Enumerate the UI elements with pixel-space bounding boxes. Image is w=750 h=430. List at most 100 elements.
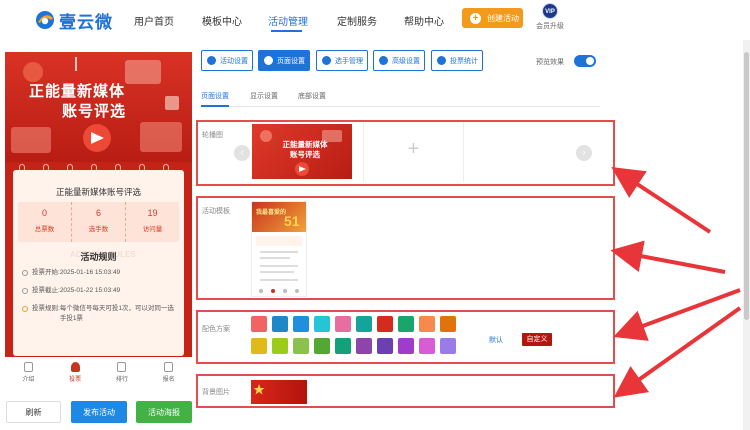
signup-icon xyxy=(164,362,174,372)
arrow-icon xyxy=(611,167,712,234)
gear-icon xyxy=(207,56,216,65)
stat-label: 访问量 xyxy=(142,226,163,233)
toolbar-label: 页面设置 xyxy=(277,57,305,65)
toolbar-label: 选手管理 xyxy=(335,57,363,65)
intro-icon xyxy=(23,362,33,372)
activity-info-card: 正能量新媒体账号评选 0 总票数 6 选手数 19 访问量 ACTIVITY R… xyxy=(13,170,184,356)
carousel-add-slot[interactable]: + xyxy=(364,122,464,182)
color-swatch[interactable] xyxy=(419,316,435,332)
logo-mark-icon xyxy=(34,9,56,31)
background-image-thumbnail[interactable] xyxy=(251,380,307,404)
subtab-divider xyxy=(200,106,600,107)
clock-icon xyxy=(22,270,28,276)
vip-label: 会员升级 xyxy=(536,23,564,30)
template-header: 我最喜爱的 51 xyxy=(252,202,306,232)
preview-bottom-tabbar: 介绍 投票 排行 报名 xyxy=(5,357,192,387)
vote-statistics-button[interactable]: 投票统计 xyxy=(431,50,483,71)
logo[interactable]: 壹云微 xyxy=(34,8,113,32)
add-icon: + xyxy=(407,138,420,160)
template-label: 活动模板 xyxy=(202,208,230,215)
color-swatch[interactable] xyxy=(335,316,351,332)
advanced-settings-button[interactable]: 高级设置 xyxy=(373,50,425,71)
nav-item-templates[interactable]: 模板中心 xyxy=(202,13,242,28)
color-swatch[interactable] xyxy=(293,316,309,332)
color-swatch[interactable] xyxy=(377,338,393,354)
rule-value: 2025-01-16 15:03:49 xyxy=(59,269,121,276)
color-swatch[interactable] xyxy=(377,316,393,332)
ranking-icon xyxy=(117,362,127,372)
color-default-option[interactable]: 默认 xyxy=(489,335,503,345)
clock-icon xyxy=(22,288,28,294)
background-image-label: 背景图片 xyxy=(202,389,230,396)
users-icon xyxy=(322,56,331,65)
color-swatch[interactable] xyxy=(356,316,372,332)
subtab-page-settings[interactable]: 页面设置 xyxy=(201,91,229,101)
activity-settings-button[interactable]: 活动设置 xyxy=(201,50,253,71)
carousel-prev-button[interactable]: ‹ xyxy=(234,145,250,161)
refresh-button[interactable]: 刷新 xyxy=(6,401,61,423)
create-activity-label: 创建活动 xyxy=(487,13,519,23)
template-thumbnail[interactable]: 我最喜爱的 51 xyxy=(251,201,307,297)
create-activity-button[interactable]: + 创建活动 xyxy=(462,8,523,28)
subtab-display-settings[interactable]: 显示设置 xyxy=(250,91,278,101)
activity-poster-button[interactable]: 活动海报 xyxy=(136,401,192,423)
tab-label: 排行 xyxy=(115,377,128,383)
nav-item-custom-service[interactable]: 定制服务 xyxy=(337,13,377,28)
color-swatch[interactable] xyxy=(440,338,456,354)
tab-signup[interactable]: 报名 xyxy=(145,357,192,387)
mobile-preview: 正能量新媒体 账号评选 正能量新媒体账号评选 0 总票数 6 选手数 19 访问… xyxy=(5,52,192,357)
stat-contestants: 6 选手数 xyxy=(72,202,126,242)
color-custom-button[interactable]: 自定义 xyxy=(522,333,552,346)
carousel-slide[interactable]: 正能量新媒体 账号评选 xyxy=(252,122,364,182)
color-swatch[interactable] xyxy=(398,316,414,332)
color-swatch[interactable] xyxy=(251,316,267,332)
carousel-label: 轮播图 xyxy=(202,132,223,139)
vip-upgrade[interactable]: VIP 会员升级 xyxy=(535,3,565,31)
rule-end-time: 投票截止: 2025-01-22 15:03:49 xyxy=(22,286,177,296)
subtab-footer-settings[interactable]: 底部设置 xyxy=(298,91,326,101)
carousel-section: 轮播图 正能量新媒体 账号评选 + ‹ › xyxy=(196,120,615,186)
color-swatch[interactable] xyxy=(335,338,351,354)
subtab-active-indicator xyxy=(201,105,229,107)
color-swatch[interactable] xyxy=(314,338,330,354)
page-scrollbar[interactable] xyxy=(743,40,750,430)
carousel-image: 正能量新媒体 账号评选 xyxy=(252,124,352,179)
stats-panel: 0 总票数 6 选手数 19 访问量 xyxy=(18,202,179,242)
rule-start-time: 投票开始: 2025-01-16 15:03:49 xyxy=(22,268,177,278)
rule-label: 投票规则: xyxy=(32,305,60,312)
preview-hero-banner: 正能量新媒体 账号评选 xyxy=(5,52,192,162)
arrow-icon xyxy=(613,306,742,398)
color-swatch[interactable] xyxy=(272,316,288,332)
rule-label: 投票开始: xyxy=(32,269,60,276)
tab-intro[interactable]: 介绍 xyxy=(5,357,52,387)
page-settings-button[interactable]: 页面设置 xyxy=(258,50,310,71)
tab-ranking[interactable]: 排行 xyxy=(99,357,146,387)
flag-icon xyxy=(253,384,265,395)
nav-item-help[interactable]: 帮助中心 xyxy=(404,13,444,28)
scrollbar-thumb[interactable] xyxy=(744,52,749,320)
background-image-section: 背景图片 xyxy=(196,374,615,408)
tab-vote[interactable]: 投票 xyxy=(52,357,99,387)
vip-icon: VIP xyxy=(542,3,558,19)
color-swatch[interactable] xyxy=(251,338,267,354)
rule-voting: 投票规则: 每个微信号每天可投1次，可以对同一选手投1票 xyxy=(22,304,177,324)
color-swatch[interactable] xyxy=(356,338,372,354)
contestant-management-button[interactable]: 选手管理 xyxy=(316,50,368,71)
color-swatch[interactable] xyxy=(314,316,330,332)
color-swatch[interactable] xyxy=(293,338,309,354)
carousel-next-button[interactable]: › xyxy=(576,145,592,161)
nav-item-activity-management[interactable]: 活动管理 xyxy=(268,13,308,28)
color-swatch[interactable] xyxy=(398,338,414,354)
color-swatch[interactable] xyxy=(419,338,435,354)
rule-value: 每个微信号每天可投1次，可以对同一选手投1票 xyxy=(59,305,174,322)
tab-label: 报名 xyxy=(162,377,175,383)
activity-title: 正能量新媒体账号评选 xyxy=(55,187,141,197)
color-swatch[interactable] xyxy=(272,338,288,354)
stat-label: 总票数 xyxy=(34,226,55,233)
color-swatch[interactable] xyxy=(440,316,456,332)
carousel-image-subtitle: 账号评选 xyxy=(290,150,320,159)
color-scheme-label: 配色方案 xyxy=(202,326,230,333)
publish-activity-button[interactable]: 发布活动 xyxy=(71,401,127,423)
nav-item-home[interactable]: 用户首页 xyxy=(134,13,174,28)
preview-effect-toggle[interactable] xyxy=(574,55,596,67)
